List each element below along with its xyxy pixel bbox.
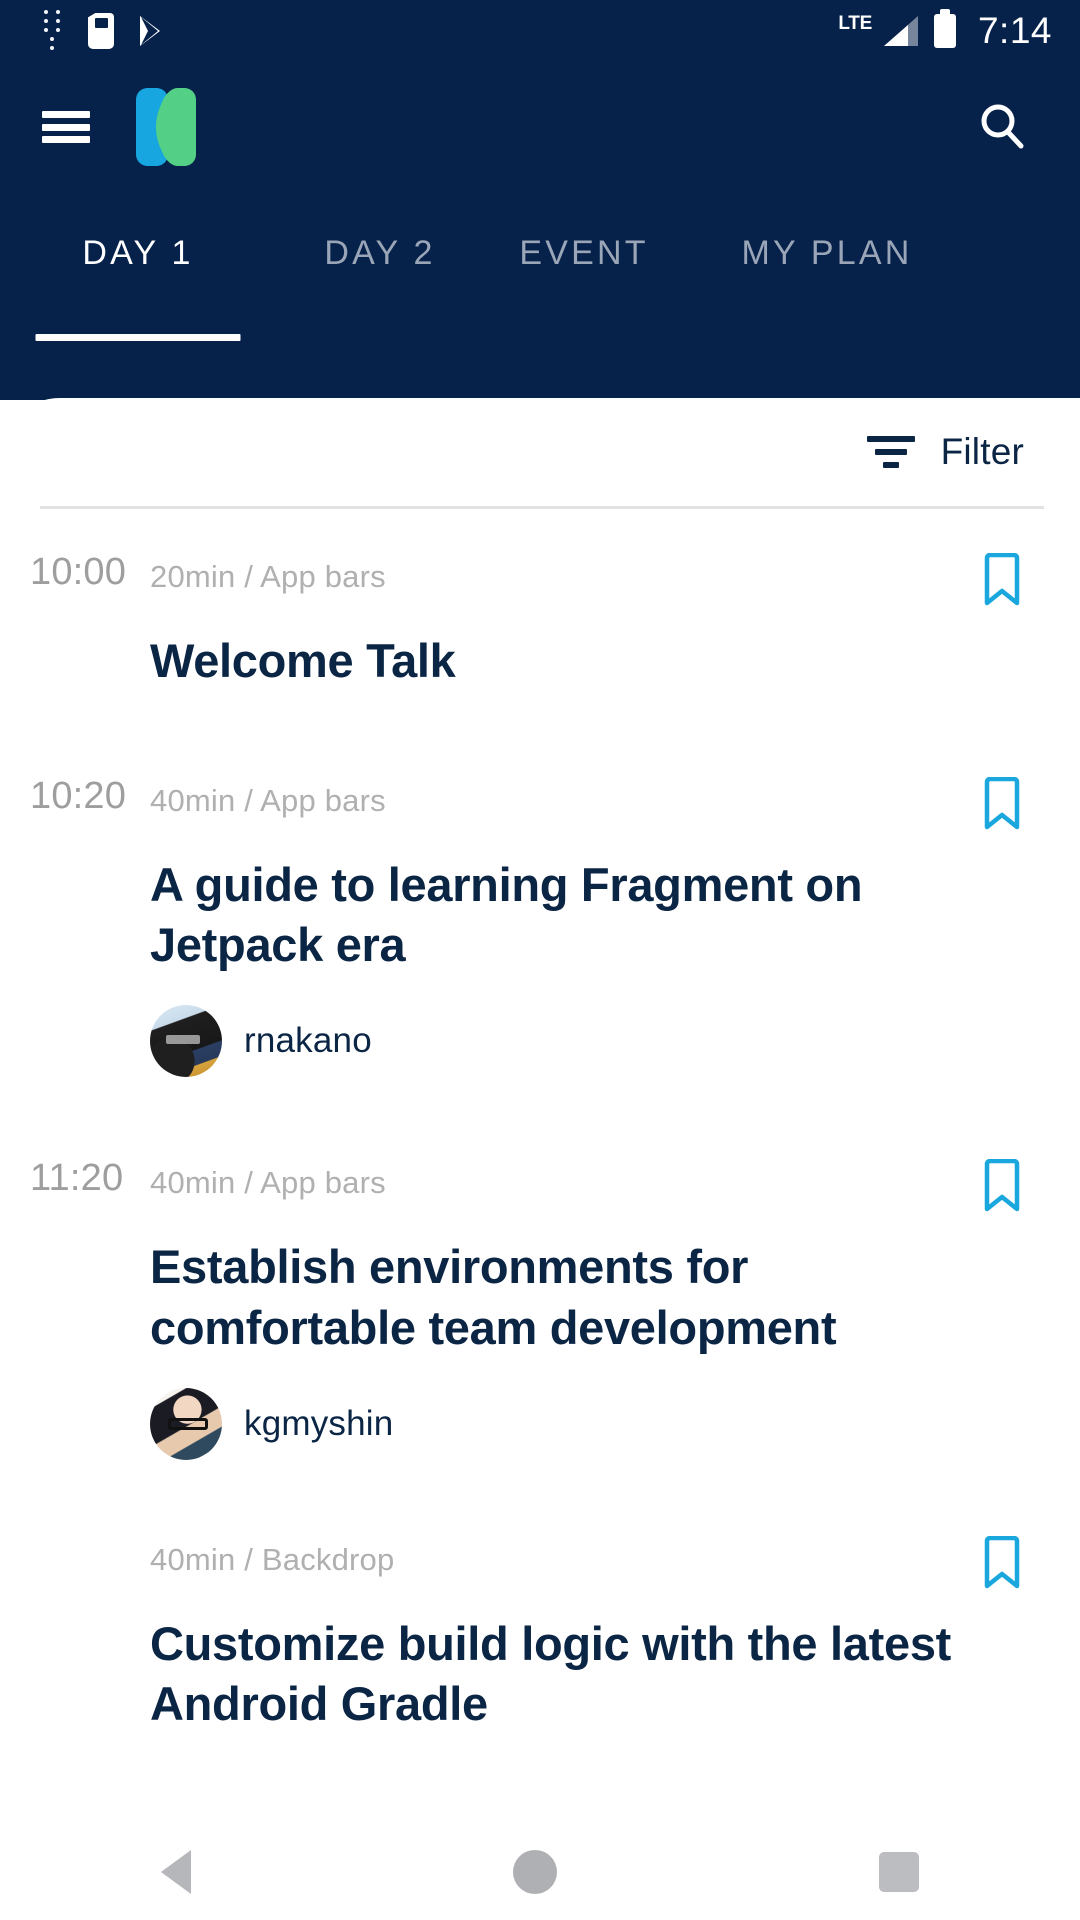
play-store-icon xyxy=(138,15,166,47)
sd-card-icon xyxy=(88,13,114,49)
network-type-label: LTE xyxy=(838,12,872,34)
battery-icon xyxy=(933,9,956,48)
phone-screen: LTE 7:14 DAY 1 DAY 2 EVENT MY PLAN Filte… xyxy=(0,0,1080,1920)
bookmark-icon[interactable] xyxy=(974,777,1030,831)
session-body: A guide to learning Fragment on Jetpack … xyxy=(0,855,1080,1078)
session-sheet: Filter 10:00 20min / App bars Welcome Ta… xyxy=(0,398,1080,1920)
tab-label: EVENT xyxy=(519,233,649,272)
status-bar-left-icons xyxy=(0,8,166,54)
avatar xyxy=(150,1005,222,1078)
speaker-name: kgmyshin xyxy=(244,1403,394,1443)
filter-button[interactable]: Filter xyxy=(866,431,1024,473)
filter-icon xyxy=(866,434,915,470)
session-duration-room: 20min / App bars xyxy=(150,559,386,594)
tab-my-plan[interactable]: MY PLAN xyxy=(684,185,970,303)
session-item[interactable]: 40min / Backdrop Customize build logic w… xyxy=(0,1470,1080,1744)
hamburger-menu-icon[interactable] xyxy=(42,105,94,149)
status-bar-right-icons: LTE 7:14 xyxy=(838,9,1080,52)
tab-day-1[interactable]: DAY 1 xyxy=(0,185,276,341)
session-title[interactable]: Establish environments for comfortable t… xyxy=(150,1237,970,1357)
session-header-row: 11:20 40min / App bars xyxy=(0,1159,1080,1213)
nav-home-icon[interactable] xyxy=(513,1850,557,1894)
session-start-time: 10:20 xyxy=(30,775,127,818)
droidkaigi-logo-icon xyxy=(132,88,200,166)
session-start-time: 11:20 xyxy=(30,1157,124,1200)
tab-event[interactable]: EVENT xyxy=(484,185,684,303)
session-start-time: 10:00 xyxy=(30,551,127,593)
session-duration-room: 40min / Backdrop xyxy=(150,1541,395,1577)
session-body: Establish environments for comfortable t… xyxy=(0,1237,1080,1460)
session-body: Welcome Talk xyxy=(0,631,1080,691)
tab-active-indicator xyxy=(35,334,241,341)
tab-bar: DAY 1 DAY 2 EVENT MY PLAN xyxy=(0,185,1080,341)
status-bar-clock: 7:14 xyxy=(977,10,1052,51)
status-bar: LTE 7:14 xyxy=(0,0,1080,62)
speaker-row[interactable]: rnakano xyxy=(150,1005,970,1078)
session-header-row: 10:20 40min / App bars xyxy=(0,777,1080,831)
session-list: 10:00 20min / App bars Welcome Talk 10:2… xyxy=(0,509,1080,1744)
filter-row: Filter xyxy=(0,398,1080,506)
session-title[interactable]: A guide to learning Fragment on Jetpack … xyxy=(150,855,970,975)
session-body: Customize build logic with the latest An… xyxy=(0,1614,1080,1734)
session-title[interactable]: Customize build logic with the latest An… xyxy=(150,1614,970,1734)
filter-button-label: Filter xyxy=(940,431,1024,472)
session-header-row: 10:00 20min / App bars xyxy=(0,553,1080,607)
session-title[interactable]: Welcome Talk xyxy=(150,631,970,691)
tab-label: DAY 1 xyxy=(82,233,194,272)
session-duration-room: 40min / App bars xyxy=(150,1165,386,1201)
session-item[interactable]: 10:20 40min / App bars A guide to learni… xyxy=(0,701,1080,1087)
bookmark-icon[interactable] xyxy=(974,1535,1030,1590)
speaker-row[interactable]: kgmyshin xyxy=(150,1387,970,1460)
search-icon[interactable] xyxy=(970,95,1034,159)
signal-strength-icon xyxy=(883,16,918,46)
nav-recents-icon[interactable] xyxy=(879,1852,919,1892)
nav-back-icon[interactable] xyxy=(161,1850,191,1894)
tab-label: MY PLAN xyxy=(741,233,913,272)
avatar xyxy=(150,1387,222,1460)
session-duration-room: 40min / App bars xyxy=(150,783,386,819)
session-header-row: 40min / Backdrop xyxy=(0,1535,1080,1590)
session-item[interactable]: 10:00 20min / App bars Welcome Talk xyxy=(0,509,1080,701)
vertical-dots-icon xyxy=(42,8,64,54)
tab-day-2[interactable]: DAY 2 xyxy=(276,185,484,303)
bookmark-icon[interactable] xyxy=(974,1159,1030,1213)
speaker-name: rnakano xyxy=(244,1021,372,1061)
session-item[interactable]: 11:20 40min / App bars Establish environ… xyxy=(0,1087,1080,1469)
tab-label: DAY 2 xyxy=(324,233,436,272)
bookmark-icon[interactable] xyxy=(974,553,1030,607)
app-bar xyxy=(0,72,1080,182)
